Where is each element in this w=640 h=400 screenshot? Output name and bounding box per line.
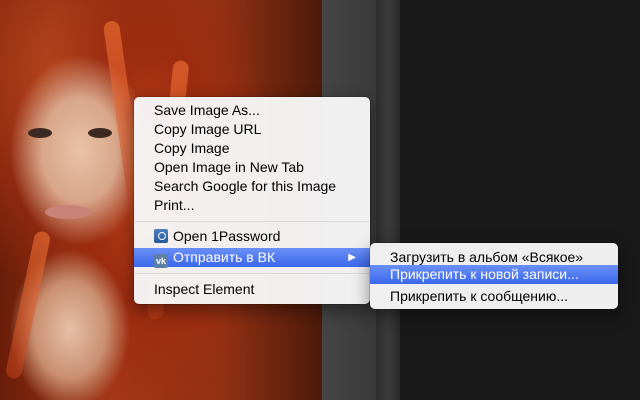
1password-icon: [154, 229, 168, 243]
menu-item-copy-image-url[interactable]: Copy Image URL: [134, 120, 370, 139]
submenu-item-attach-message[interactable]: Прикрепить к сообщению...: [370, 287, 618, 306]
menu-item-search-google-image[interactable]: Search Google for this Image: [134, 177, 370, 196]
vk-icon: vk: [154, 254, 168, 268]
menu-item-inspect-element[interactable]: Inspect Element: [134, 280, 370, 299]
background-pillar: [376, 0, 400, 400]
submenu-item-attach-new-post[interactable]: Прикрепить к новой записи...: [370, 265, 618, 284]
background-dark-area: [400, 0, 640, 400]
menu-item-label: Отправить в ВК: [173, 249, 276, 265]
menu-item-open-1password[interactable]: Open 1Password: [134, 227, 370, 246]
menu-item-label: Open 1Password: [173, 228, 281, 244]
menu-separator: [135, 273, 369, 274]
menu-separator: [135, 221, 369, 222]
submenu-arrow-icon: ▶: [348, 252, 356, 263]
menu-item-save-image-as[interactable]: Save Image As...: [134, 101, 370, 120]
menu-item-copy-image[interactable]: Copy Image: [134, 139, 370, 158]
menu-item-open-image-new-tab[interactable]: Open Image in New Tab: [134, 158, 370, 177]
vk-submenu: Загрузить в альбом «Всякое» Прикрепить к…: [370, 243, 618, 309]
context-menu: Save Image As... Copy Image URL Copy Ima…: [134, 97, 370, 304]
menu-item-print[interactable]: Print...: [134, 196, 370, 215]
menu-item-send-to-vk[interactable]: vk Отправить в ВК ▶: [134, 248, 370, 268]
